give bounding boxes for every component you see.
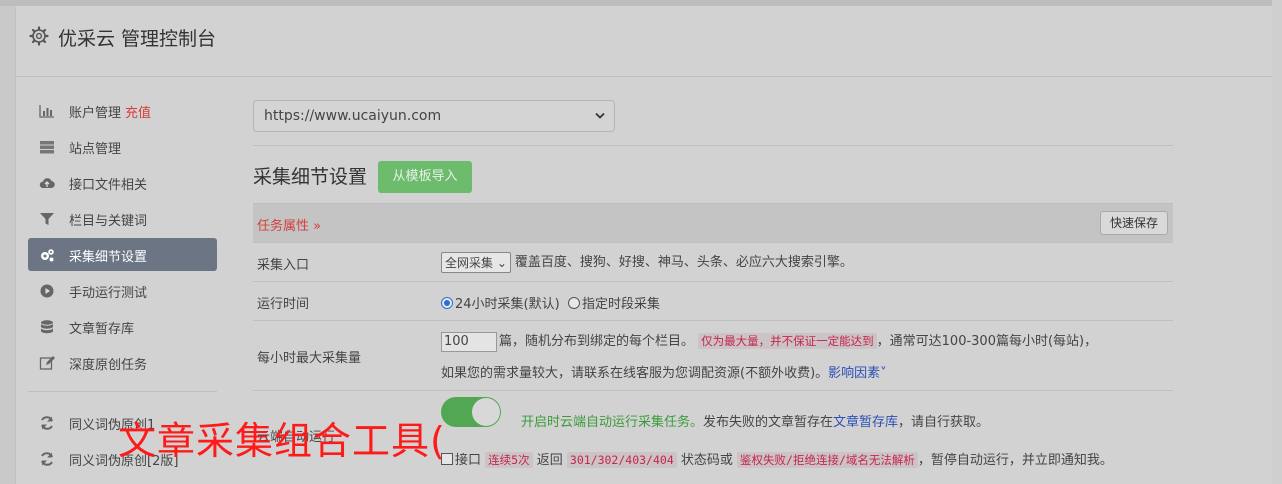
radio-scheduled[interactable] (567, 297, 580, 309)
collect-entry-desc: 覆盖百度、搜狗、好搜、神马、头条、必应六大搜索引擎。 (514, 255, 853, 270)
sidebar-item-account[interactable]: 账户管理 充值 (28, 94, 217, 127)
sidebar-item-api-files[interactable]: 接口文件相关 (28, 166, 217, 199)
sidebar-item-label: 文章暂存库 (69, 322, 135, 337)
max-per-hour-input[interactable]: 100 (441, 331, 497, 352)
recharge-link[interactable]: 充值 (125, 106, 151, 121)
max-note: 仅为最大量，并不保证一定能达到 (698, 333, 877, 349)
sidebar-item-manual-test[interactable]: 手动运行测试 (28, 274, 217, 307)
sidebar-divider (28, 391, 217, 392)
sidebar-item-collect-settings[interactable]: 采集细节设置 (28, 238, 217, 271)
gear-icon (29, 26, 49, 46)
factors-link[interactable]: 影响因素˅ (828, 366, 887, 381)
import-template-button[interactable]: 从模板导入 (378, 161, 472, 193)
overlay-caption: 文章采集组合工具( (118, 419, 446, 463)
chevron-double-down-icon: » (313, 219, 322, 234)
cloud-upload-icon (39, 178, 55, 189)
sidebar-item-label: 手动运行测试 (69, 286, 148, 301)
sidebar-item-label: 栏目与关键词 (69, 214, 148, 229)
table-row: 运行时间 24小时采集(默认) 指定时段采集 (253, 282, 1173, 321)
edit-icon (39, 356, 55, 370)
sidebar-item-label: 深度原创任务 (69, 358, 148, 373)
site-select-value: https://www.ucaiyun.com (264, 108, 442, 124)
page-title: 优采云 管理控制台 (58, 28, 217, 50)
table-row: 每小时最大采集量 100 篇，随机分布到绑定的每个栏目。 仅为最大量，并不保证一定… (253, 321, 1173, 391)
sidebar-item-deep-original[interactable]: 深度原创任务 (28, 346, 217, 379)
bar-chart-icon (39, 105, 54, 118)
task-attributes-toggle[interactable]: 任务属性 » (257, 215, 321, 234)
database-icon (41, 320, 53, 334)
sidebar-item-label: 站点管理 (69, 142, 122, 157)
divider (253, 145, 1173, 146)
gears-icon (41, 249, 54, 262)
scrollbar[interactable] (1272, 0, 1282, 484)
server-icon (40, 141, 54, 154)
section-title: 采集细节设置 (253, 166, 368, 188)
page-header: 优采云 管理控制台 (16, 6, 1272, 77)
chevron-down-icon (595, 112, 605, 119)
sidebar-item-label: 采集细节设置 (69, 250, 148, 265)
sidebar-item-label: 账户管理 (69, 106, 122, 121)
collect-entry-select[interactable]: 全网采集 ⌄ (441, 252, 511, 273)
radio-scheduled-label: 指定时段采集 (581, 297, 660, 312)
auto-run-toggle[interactable] (441, 397, 501, 427)
article-store-link[interactable]: 文章暂存库 (833, 415, 898, 430)
sidebar-item-sites[interactable]: 站点管理 (28, 130, 217, 163)
radio-24h-label: 24小时采集(默认) (455, 297, 560, 312)
row-label: 运行时间 (257, 297, 310, 312)
site-select[interactable]: https://www.ucaiyun.com (253, 100, 615, 132)
refresh-icon (41, 416, 53, 430)
table-row: 采集入口 全网采集 ⌄ 覆盖百度、搜狗、好搜、神马、头条、必应六大搜索引擎。 (253, 243, 1173, 282)
sidebar-item-article-store[interactable]: 文章暂存库 (28, 310, 217, 343)
row-label: 采集入口 (257, 258, 310, 273)
sidebar-item-columns-keywords[interactable]: 栏目与关键词 (28, 202, 217, 235)
filter-icon (40, 213, 54, 225)
refresh-icon (41, 452, 53, 466)
radio-24h[interactable] (441, 297, 453, 309)
quick-save-button[interactable]: 快速保存 (1100, 211, 1168, 235)
row-label: 每小时最大采集量 (257, 351, 362, 366)
sidebar-item-label: 接口文件相关 (69, 178, 148, 193)
play-circle-icon (40, 284, 54, 298)
table-header-row: 任务属性 » 快速保存 (253, 203, 1173, 243)
